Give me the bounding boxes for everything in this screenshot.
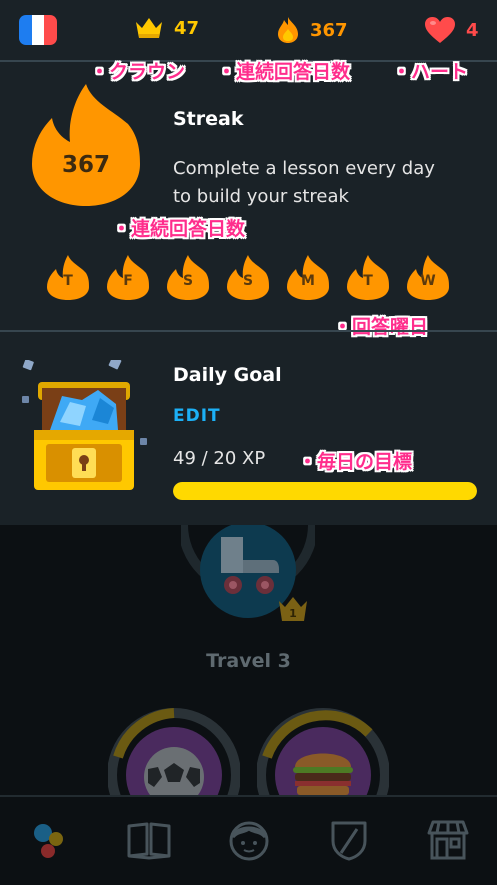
crown-level: 1: [289, 607, 297, 620]
day-label: F: [123, 273, 133, 289]
daily-goal-progress-text: 49 / 20 XP: [173, 448, 266, 469]
skill-node-food[interactable]: [257, 705, 389, 795]
day-label: M: [301, 273, 315, 289]
heart-count: 4: [466, 19, 479, 41]
nav-shop[interactable]: [423, 817, 473, 863]
skill-node-sports[interactable]: [108, 705, 240, 795]
annotation-streak-count: ・連続回答日数: [112, 218, 246, 240]
annotation-heart: ・ハート: [392, 61, 469, 83]
learn-icon: [34, 824, 63, 858]
heart-icon: [425, 17, 455, 43]
crown-icon: [136, 18, 162, 38]
daily-goal-progress-bar: [173, 482, 477, 500]
day-flame: F: [106, 253, 150, 301]
day-flame: T: [346, 253, 390, 301]
flame-icon: [278, 17, 298, 43]
crown-counter[interactable]: 47: [134, 16, 199, 40]
day-flame: S: [166, 253, 210, 301]
profile-icon: [229, 821, 269, 861]
big-flame-icon: [32, 84, 140, 206]
crown-count: 47: [174, 17, 200, 39]
edit-goal-button[interactable]: EDIT: [173, 406, 221, 426]
leaderboard-icon: [331, 821, 367, 861]
annotation-streak: ・連続回答日数: [217, 61, 351, 83]
divider: [0, 330, 497, 332]
nav-profile[interactable]: [224, 817, 274, 863]
day-label: S: [182, 273, 194, 289]
streak-title: Streak: [173, 108, 244, 130]
streak-popover: 47 367 4 ・クラウン ・連続回答日数 ・ハート 367 Streak C…: [0, 0, 497, 525]
skill-node-travel[interactable]: 1: [181, 525, 315, 640]
day-label: T: [63, 273, 73, 289]
streak-big-number: 367: [61, 152, 110, 178]
streak-description: Complete a lesson every day to build you…: [173, 155, 473, 211]
streak-count: 367: [310, 19, 348, 41]
week-days: T F S S M T W: [46, 253, 466, 303]
course-flag-france-icon[interactable]: [19, 15, 57, 45]
top-stats-bar: 47 367 4: [0, 0, 497, 60]
day-flame: S: [226, 253, 270, 301]
streak-desc-line1: Complete a lesson every day: [173, 158, 435, 179]
nav-learn[interactable]: [22, 817, 72, 863]
day-flame: T: [46, 253, 90, 301]
heart-counter[interactable]: 4: [424, 16, 479, 44]
bottom-navigation: [0, 795, 497, 885]
day-label: S: [242, 273, 254, 289]
day-flame: M: [286, 253, 330, 301]
progress-bar-fill: [173, 482, 477, 500]
nav-leaderboard[interactable]: [324, 817, 374, 863]
stories-icon: [127, 822, 171, 860]
nav-stories[interactable]: [124, 817, 174, 863]
shop-icon: [427, 820, 469, 860]
annotation-answer-days: ・回答曜日: [333, 316, 429, 338]
daily-goal-title: Daily Goal: [173, 364, 282, 386]
day-flame: W: [406, 253, 450, 301]
treasure-chest-icon: [22, 360, 147, 490]
day-label: T: [363, 273, 373, 289]
streak-counter[interactable]: 367: [276, 16, 348, 44]
streak-desc-line2: to build your streak: [173, 186, 349, 207]
skill-label: Travel 3: [206, 650, 291, 672]
day-label: W: [420, 273, 436, 289]
annotation-daily-goal: ・毎日の目標: [298, 451, 413, 473]
